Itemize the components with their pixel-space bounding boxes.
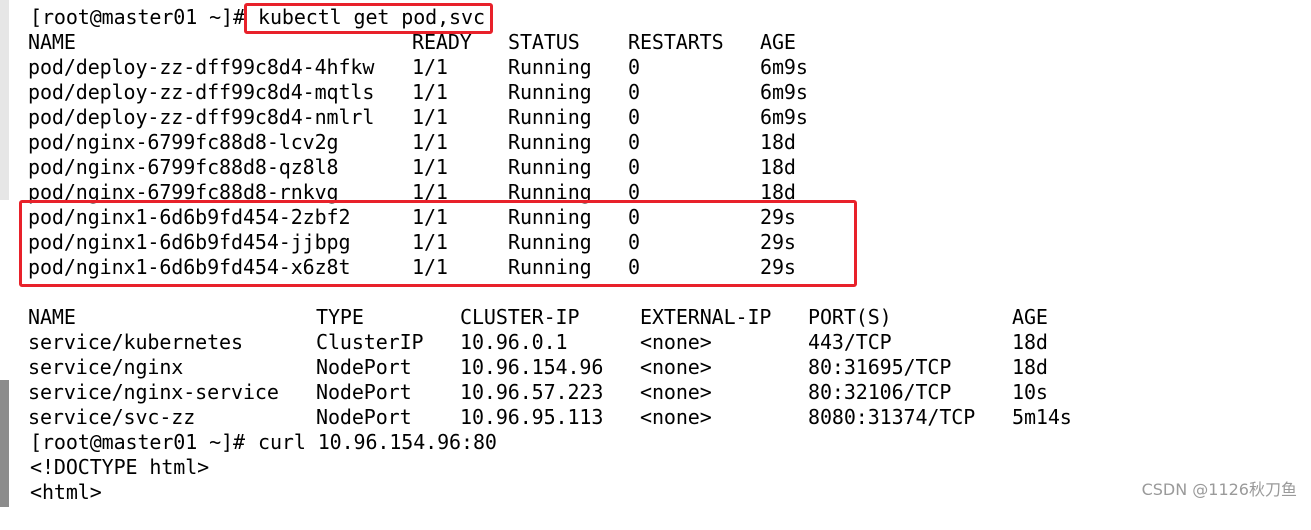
scrollbar-thumb[interactable]: [0, 380, 9, 507]
pod-ready: 1/1: [412, 130, 448, 154]
pod-age: 6m9s: [760, 105, 808, 129]
svc-external-ip: <none>: [640, 330, 712, 354]
pod-age: 18d: [760, 130, 796, 154]
svc-type: NodePort: [316, 405, 412, 429]
command-line-1: [root@master01 ~]# kubectl get pod,svc: [30, 5, 485, 30]
pod-name: pod/deploy-zz-dff99c8d4-mqtls: [28, 80, 375, 104]
shell-prompt: [root@master01 ~]#: [30, 5, 245, 29]
svc-name: service/svc-zz: [28, 405, 196, 429]
pod-ready: 1/1: [412, 155, 448, 179]
svc-cluster-ip: 10.96.0.1: [460, 330, 568, 354]
pod-restarts: 0: [628, 55, 640, 79]
pod-age: 18d: [760, 155, 796, 179]
terminal-window[interactable]: [root@master01 ~]# kubectl get pod,svc N…: [0, 0, 1311, 507]
svc-header-age: AGE: [1012, 305, 1048, 329]
watermark: CSDN @1126秋刀鱼: [1141, 480, 1297, 499]
svc-name: service/nginx-service: [28, 380, 279, 404]
pod-name: pod/deploy-zz-dff99c8d4-4hfkw: [28, 55, 375, 79]
pod-age: 6m9s: [760, 80, 808, 104]
output-line: <html>: [30, 480, 102, 504]
pod-name: pod/nginx-6799fc88d8-qz8l8: [28, 155, 339, 179]
svc-type: NodePort: [316, 355, 412, 379]
pod-restarts: 0: [628, 130, 640, 154]
svc-type: NodePort: [316, 380, 412, 404]
command-highlight-box: [244, 3, 493, 34]
svc-header-name: NAME: [28, 305, 76, 329]
svc-external-ip: <none>: [640, 405, 712, 429]
pod-age: 6m9s: [760, 55, 808, 79]
pod-restarts: 0: [628, 80, 640, 104]
pod-status: Running: [508, 55, 592, 79]
svc-header-row: NAME TYPE CLUSTER-IP EXTERNAL-IP PORT(S)…: [28, 305, 1048, 330]
pod-ready: 1/1: [412, 55, 448, 79]
svc-cluster-ip: 10.96.57.223: [460, 380, 604, 404]
svc-header-ports: PORT(S): [808, 305, 892, 329]
svc-header-type: TYPE: [316, 305, 364, 329]
pod-status: Running: [508, 130, 592, 154]
pod-ready: 1/1: [412, 105, 448, 129]
header-status: STATUS: [508, 30, 580, 54]
pods-header-row: NAME READY STATUS RESTARTS AGE: [28, 30, 796, 55]
svc-ports: 443/TCP: [808, 330, 892, 354]
svc-cluster-ip: 10.96.154.96: [460, 355, 604, 379]
scrollbar-track: [0, 0, 9, 200]
shell-prompt: [root@master01 ~]#: [30, 430, 245, 454]
command-line-2: [root@master01 ~]# curl 10.96.154.96:80: [30, 430, 497, 455]
header-name: NAME: [28, 30, 76, 54]
pod-name: pod/deploy-zz-dff99c8d4-nmlrl: [28, 105, 375, 129]
svc-ports: 80:32106/TCP: [808, 380, 952, 404]
svc-name: service/kubernetes: [28, 330, 243, 354]
new-pods-highlight-box: [19, 200, 857, 287]
svc-ports: 80:31695/TCP: [808, 355, 952, 379]
svc-cluster-ip: 10.96.95.113: [460, 405, 604, 429]
header-age: AGE: [760, 30, 796, 54]
svc-type: ClusterIP: [316, 330, 424, 354]
pod-status: Running: [508, 105, 592, 129]
svc-header-external-ip: EXTERNAL-IP: [640, 305, 772, 329]
header-restarts: RESTARTS: [628, 30, 724, 54]
svc-external-ip: <none>: [640, 355, 712, 379]
pod-ready: 1/1: [412, 80, 448, 104]
svc-age: 18d: [1012, 355, 1048, 379]
pod-status: Running: [508, 80, 592, 104]
pod-status: Running: [508, 155, 592, 179]
svc-age: 10s: [1012, 380, 1048, 404]
svc-age: 18d: [1012, 330, 1048, 354]
svc-external-ip: <none>: [640, 380, 712, 404]
pod-restarts: 0: [628, 105, 640, 129]
svc-age: 5m14s: [1012, 405, 1072, 429]
svc-ports: 8080:31374/TCP: [808, 405, 976, 429]
command-text: curl 10.96.154.96:80: [258, 430, 497, 454]
output-line: <!DOCTYPE html>: [30, 455, 210, 479]
svc-header-cluster-ip: CLUSTER-IP: [460, 305, 580, 329]
pod-restarts: 0: [628, 155, 640, 179]
pod-name: pod/nginx-6799fc88d8-lcv2g: [28, 130, 339, 154]
svc-name: service/nginx: [28, 355, 184, 379]
